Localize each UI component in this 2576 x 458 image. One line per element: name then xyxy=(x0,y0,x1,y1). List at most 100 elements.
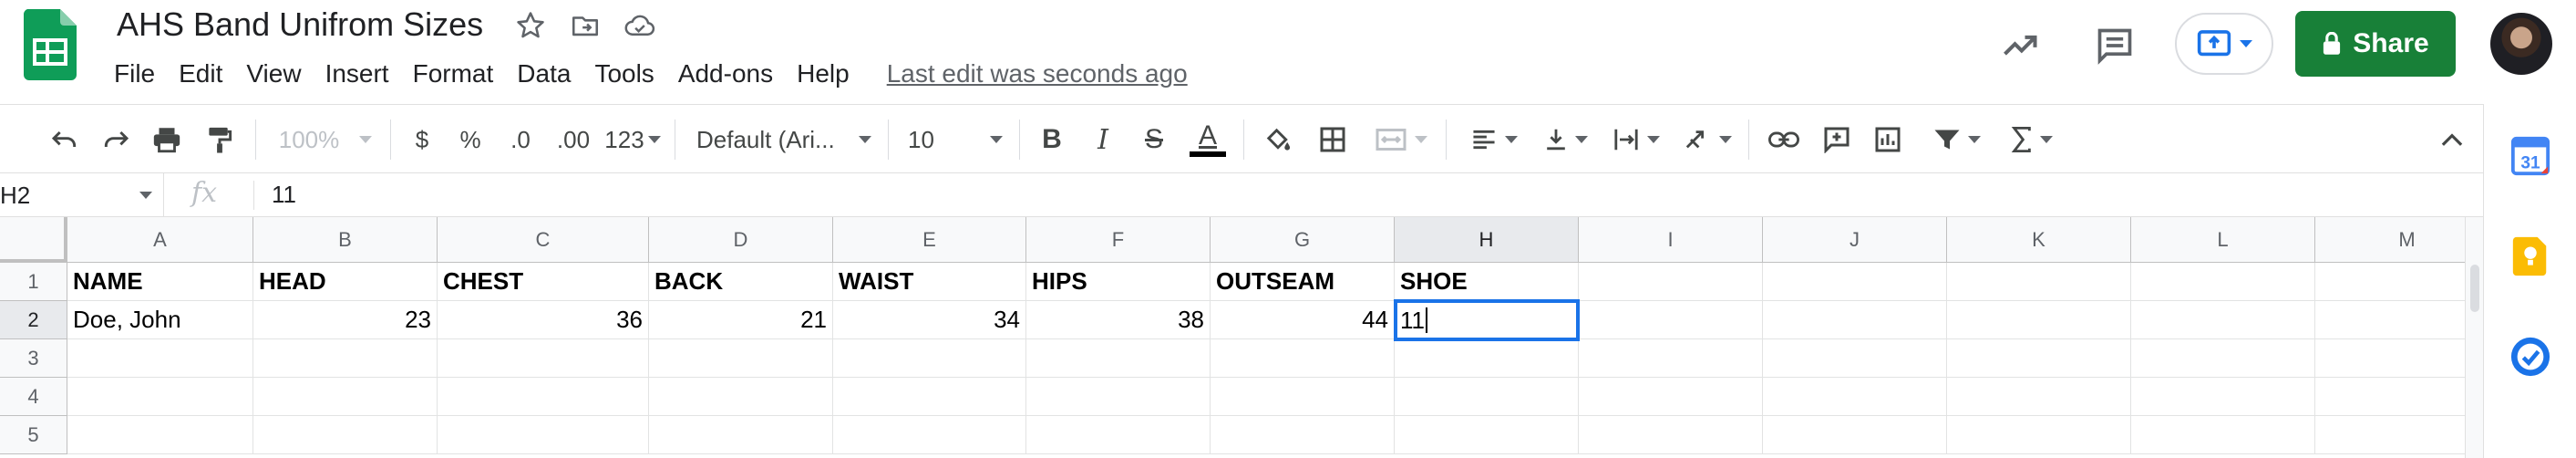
cell-i1[interactable] xyxy=(1579,263,1763,301)
name-box[interactable]: H2 xyxy=(0,173,164,217)
cell-b1[interactable]: HEAD xyxy=(253,263,438,301)
cell-k4[interactable] xyxy=(1947,378,2131,416)
row-header-3[interactable]: 3 xyxy=(0,339,67,378)
column-header-e[interactable]: E xyxy=(833,217,1026,263)
cell-k5[interactable] xyxy=(1947,416,2131,454)
cell-k1[interactable] xyxy=(1947,263,2131,301)
percent-format-button[interactable]: % xyxy=(450,105,490,174)
cell-c4[interactable] xyxy=(438,378,649,416)
merge-cells-icon[interactable] xyxy=(1364,105,1438,174)
tasks-icon[interactable] xyxy=(2509,336,2551,378)
cell-d1[interactable]: BACK xyxy=(649,263,833,301)
cell-f5[interactable] xyxy=(1026,416,1211,454)
cell-h4[interactable] xyxy=(1395,378,1579,416)
cell-h2-active-editor[interactable]: 11 xyxy=(1394,299,1580,341)
row-header-4[interactable]: 4 xyxy=(0,378,67,416)
cell-g4[interactable] xyxy=(1211,378,1395,416)
cell-j4[interactable] xyxy=(1763,378,1947,416)
select-all-corner[interactable] xyxy=(0,217,67,263)
menu-help[interactable]: Help xyxy=(785,56,861,92)
menu-insert[interactable]: Insert xyxy=(314,56,401,92)
cell-d2[interactable]: 21 xyxy=(649,301,833,339)
column-header-j[interactable]: J xyxy=(1763,217,1947,263)
fill-color-icon[interactable] xyxy=(1258,105,1298,174)
cell-a4[interactable] xyxy=(67,378,253,416)
cell-a3[interactable] xyxy=(67,339,253,378)
more-formats-button[interactable]: 123 xyxy=(602,105,664,174)
cell-b2[interactable]: 23 xyxy=(253,301,438,339)
menu-add-ons[interactable]: Add-ons xyxy=(666,56,785,92)
increase-decimal-button[interactable]: .00 xyxy=(551,105,596,174)
cell-a2[interactable]: Doe, John xyxy=(67,301,253,339)
cell-c1[interactable]: CHEST xyxy=(438,263,649,301)
insert-chart-icon[interactable] xyxy=(1869,105,1907,174)
calendar-icon[interactable]: 31 xyxy=(2509,135,2551,177)
row-header-1[interactable]: 1 xyxy=(0,263,67,301)
last-edit-link[interactable]: Last edit was seconds ago xyxy=(887,59,1188,88)
cell-f4[interactable] xyxy=(1026,378,1211,416)
insert-comment-icon[interactable] xyxy=(1818,105,1856,174)
sheets-logo-icon[interactable] xyxy=(24,9,77,80)
column-header-i[interactable]: I xyxy=(1579,217,1763,263)
column-header-f[interactable]: F xyxy=(1026,217,1211,263)
row-header-2[interactable]: 2 xyxy=(0,301,67,339)
cell-h1[interactable]: SHOE xyxy=(1395,263,1579,301)
comment-history-icon[interactable] xyxy=(2089,20,2140,71)
menu-format[interactable]: Format xyxy=(401,56,506,92)
cell-g3[interactable] xyxy=(1211,339,1395,378)
font-family-select[interactable]: Default (Ari... xyxy=(693,105,875,174)
cell-m4[interactable] xyxy=(2315,378,2483,416)
cell-c2[interactable]: 36 xyxy=(438,301,649,339)
activity-trend-icon[interactable] xyxy=(1994,20,2045,71)
menu-tools[interactable]: Tools xyxy=(582,56,665,92)
cell-l3[interactable] xyxy=(2131,339,2315,378)
borders-icon[interactable] xyxy=(1313,105,1353,174)
cell-j1[interactable] xyxy=(1763,263,1947,301)
cell-h3[interactable] xyxy=(1395,339,1579,378)
present-button[interactable] xyxy=(2175,13,2273,75)
cell-i3[interactable] xyxy=(1579,339,1763,378)
avatar[interactable] xyxy=(2490,13,2552,75)
paint-format-icon[interactable] xyxy=(199,105,241,174)
cell-k2[interactable] xyxy=(1947,301,2131,339)
text-rotation-icon[interactable] xyxy=(1675,105,1739,174)
cell-m5[interactable] xyxy=(2315,416,2483,454)
cloud-saved-icon[interactable] xyxy=(622,7,658,44)
cell-g2[interactable]: 44 xyxy=(1211,301,1395,339)
cell-h5[interactable] xyxy=(1395,416,1579,454)
cell-m1[interactable] xyxy=(2315,263,2483,301)
keep-notes-icon[interactable] xyxy=(2509,235,2551,277)
cell-f3[interactable] xyxy=(1026,339,1211,378)
cell-k3[interactable] xyxy=(1947,339,2131,378)
zoom-select[interactable]: 100% xyxy=(270,105,381,174)
column-header-a[interactable]: A xyxy=(67,217,253,263)
cell-a1[interactable]: NAME xyxy=(67,263,253,301)
currency-format-button[interactable]: $ xyxy=(403,105,441,174)
cell-c5[interactable] xyxy=(438,416,649,454)
print-icon[interactable] xyxy=(146,105,188,174)
cell-m2[interactable] xyxy=(2315,301,2483,339)
cell-e2[interactable]: 34 xyxy=(833,301,1026,339)
cell-c3[interactable] xyxy=(438,339,649,378)
menu-edit[interactable]: Edit xyxy=(167,56,234,92)
italic-button[interactable]: I xyxy=(1085,105,1121,174)
share-button[interactable]: Share xyxy=(2295,11,2456,77)
insert-link-icon[interactable] xyxy=(1763,105,1805,174)
cell-l5[interactable] xyxy=(2131,416,2315,454)
cell-l1[interactable] xyxy=(2131,263,2315,301)
cell-b5[interactable] xyxy=(253,416,438,454)
cell-g5[interactable] xyxy=(1211,416,1395,454)
move-to-folder-icon[interactable] xyxy=(567,7,603,44)
strikethrough-button[interactable]: S xyxy=(1136,105,1172,174)
scrollbar-thumb[interactable] xyxy=(2470,265,2479,312)
cell-d3[interactable] xyxy=(649,339,833,378)
cell-i4[interactable] xyxy=(1579,378,1763,416)
column-header-d[interactable]: D xyxy=(649,217,833,263)
cell-j3[interactable] xyxy=(1763,339,1947,378)
decrease-decimal-button[interactable]: .0 xyxy=(500,105,541,174)
undo-icon[interactable] xyxy=(44,105,86,174)
menu-view[interactable]: View xyxy=(234,56,313,92)
font-size-select[interactable]: 10 xyxy=(904,105,1006,174)
horizontal-align-icon[interactable] xyxy=(1462,105,1526,174)
star-icon[interactable] xyxy=(512,7,549,44)
